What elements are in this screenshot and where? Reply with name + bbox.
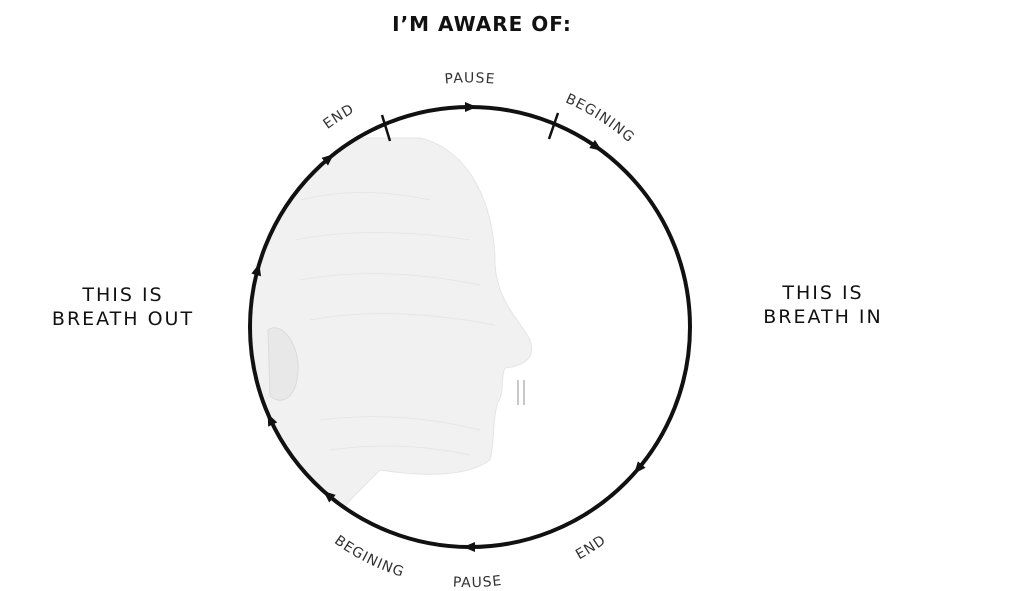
phase-label-top-pause: PAUSE xyxy=(444,70,496,87)
phase-label-bottom-begining: BEGINING xyxy=(331,533,406,581)
tick-end-top xyxy=(380,114,392,142)
phase-label-top-end: END xyxy=(321,101,358,132)
direction-arrow-icon xyxy=(465,102,477,112)
breath-cycle-diagram: END PAUSE BEGINING BEGINING PAUSE END xyxy=(248,70,692,591)
face-profile-sketch-icon xyxy=(252,137,533,545)
phase-label-top-begining: BEGINING xyxy=(563,91,637,146)
direction-arrow-icon xyxy=(463,542,475,552)
breath-updown-arrows-icon xyxy=(517,380,525,405)
phase-label-bottom-end: END xyxy=(573,532,609,563)
phase-label-bottom-pause: PAUSE xyxy=(452,573,503,591)
